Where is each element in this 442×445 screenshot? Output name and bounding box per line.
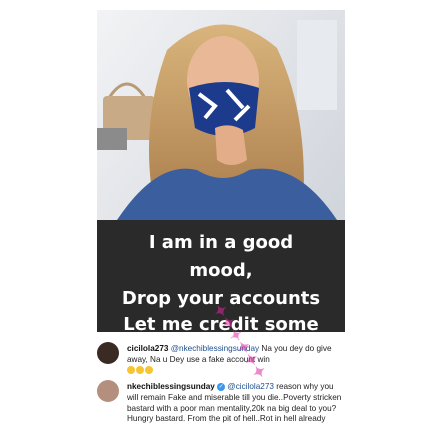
laughing-emoji-icon bbox=[136, 366, 144, 375]
caption-line: I am in a good bbox=[148, 232, 294, 253]
avatar[interactable] bbox=[97, 380, 119, 402]
comment-list: cicilola273 @nkechiblessingsunday Na you… bbox=[97, 334, 345, 440]
laughing-emoji-icon bbox=[145, 366, 153, 375]
laughing-emoji-icon bbox=[127, 366, 135, 375]
comment-mention[interactable]: @cicilola273 bbox=[227, 382, 274, 391]
verified-badge-icon: ✓ bbox=[217, 382, 226, 391]
comment-item: cicilola273 @nkechiblessingsunday Na you… bbox=[97, 342, 345, 380]
comment-username[interactable]: nkechiblessingsunday bbox=[127, 382, 215, 391]
caption-line: mood, bbox=[189, 260, 253, 281]
story-photo: I am in a good mood, Drop your accounts … bbox=[97, 10, 345, 332]
avatar[interactable] bbox=[97, 342, 119, 364]
comment-text: nkechiblessingsunday ✓ @cicilola273 reas… bbox=[127, 382, 343, 425]
comment-username[interactable]: cicilola273 bbox=[127, 344, 168, 353]
comment-item: nkechiblessingsunday ✓ @cicilola273 reas… bbox=[97, 380, 345, 440]
